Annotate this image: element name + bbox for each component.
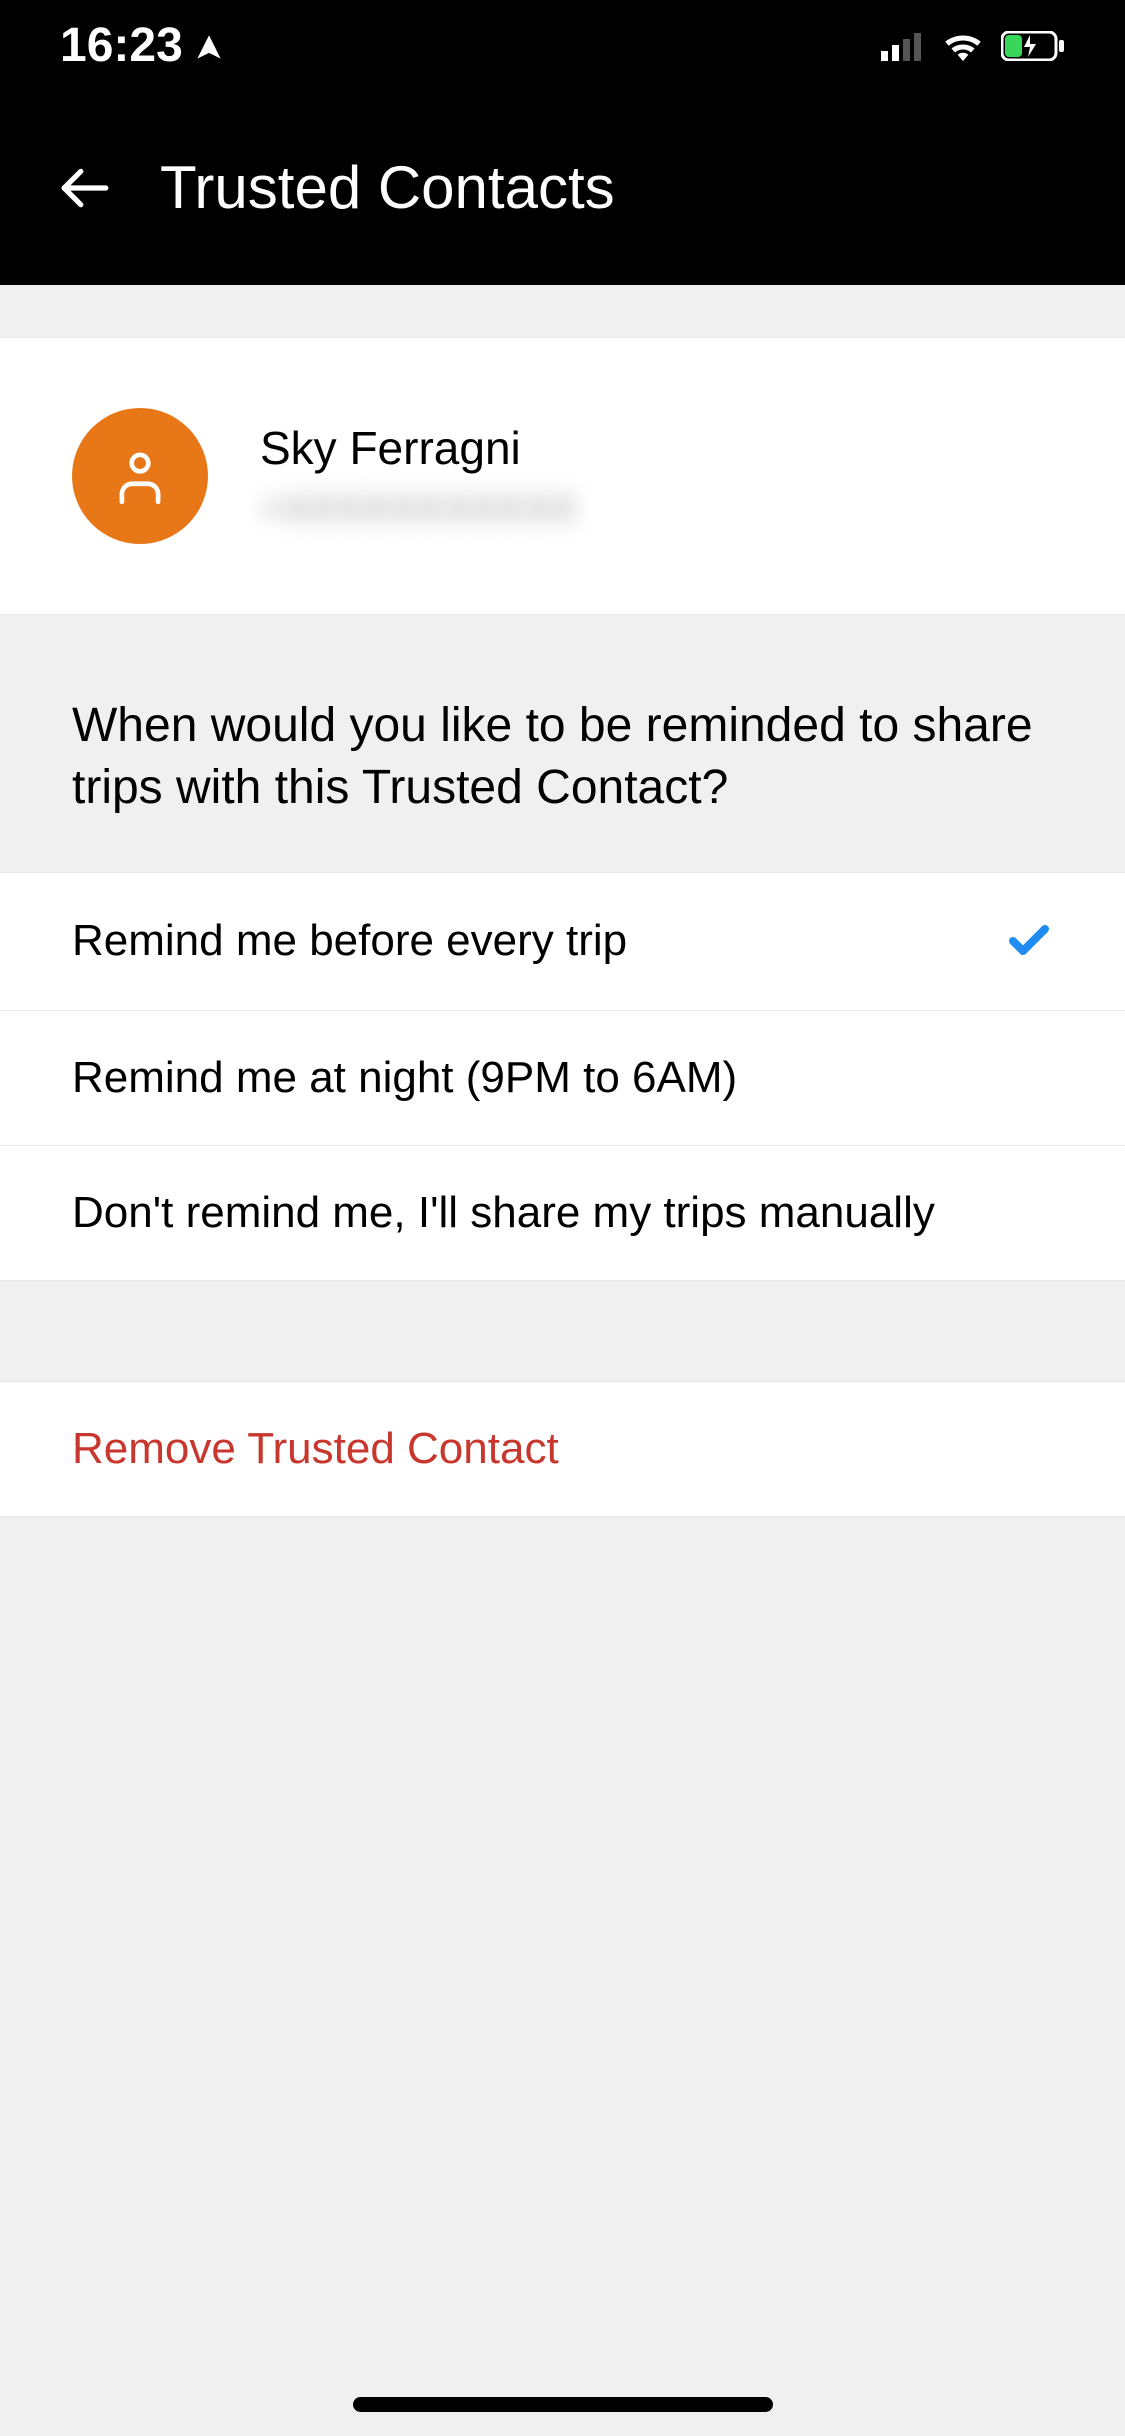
avatar — [72, 408, 208, 544]
cellular-icon — [881, 18, 925, 73]
status-bar: 16:23 — [0, 0, 1125, 90]
page-title: Trusted Contacts — [160, 153, 615, 222]
remove-label: Remove Trusted Contact — [72, 1424, 559, 1474]
option-manual[interactable]: Don't remind me, I'll share my trips man… — [0, 1146, 1125, 1280]
battery-icon — [1001, 18, 1065, 73]
contact-name: Sky Ferragni — [260, 421, 577, 475]
remove-section: Remove Trusted Contact — [0, 1381, 1125, 1517]
app-header: Trusted Contacts — [0, 90, 1125, 285]
option-label: Remind me at night (9PM to 6AM) — [72, 1053, 737, 1103]
person-icon — [109, 445, 171, 507]
contact-phone: +XXXXXXXXXXX — [260, 487, 577, 532]
check-icon — [1005, 915, 1053, 968]
option-label: Don't remind me, I'll share my trips man… — [72, 1188, 935, 1238]
reminder-question: When would you like to be reminded to sh… — [72, 695, 1053, 820]
contact-info: Sky Ferragni +XXXXXXXXXXX — [260, 421, 577, 532]
status-time: 16:23 — [60, 18, 183, 73]
home-indicator[interactable] — [353, 2397, 773, 2412]
back-button[interactable] — [60, 163, 110, 213]
location-icon — [195, 18, 223, 73]
status-time-area: 16:23 — [60, 18, 223, 73]
reminder-question-section: When would you like to be reminded to sh… — [0, 615, 1125, 872]
remove-contact-button[interactable]: Remove Trusted Contact — [0, 1382, 1125, 1516]
option-every-trip[interactable]: Remind me before every trip — [0, 873, 1125, 1011]
reminder-options-list: Remind me before every trip Remind me at… — [0, 872, 1125, 1281]
status-icons — [881, 18, 1065, 73]
option-night[interactable]: Remind me at night (9PM to 6AM) — [0, 1011, 1125, 1146]
contact-card[interactable]: Sky Ferragni +XXXXXXXXXXX — [0, 337, 1125, 615]
wifi-icon — [941, 18, 985, 73]
option-label: Remind me before every trip — [72, 916, 627, 966]
